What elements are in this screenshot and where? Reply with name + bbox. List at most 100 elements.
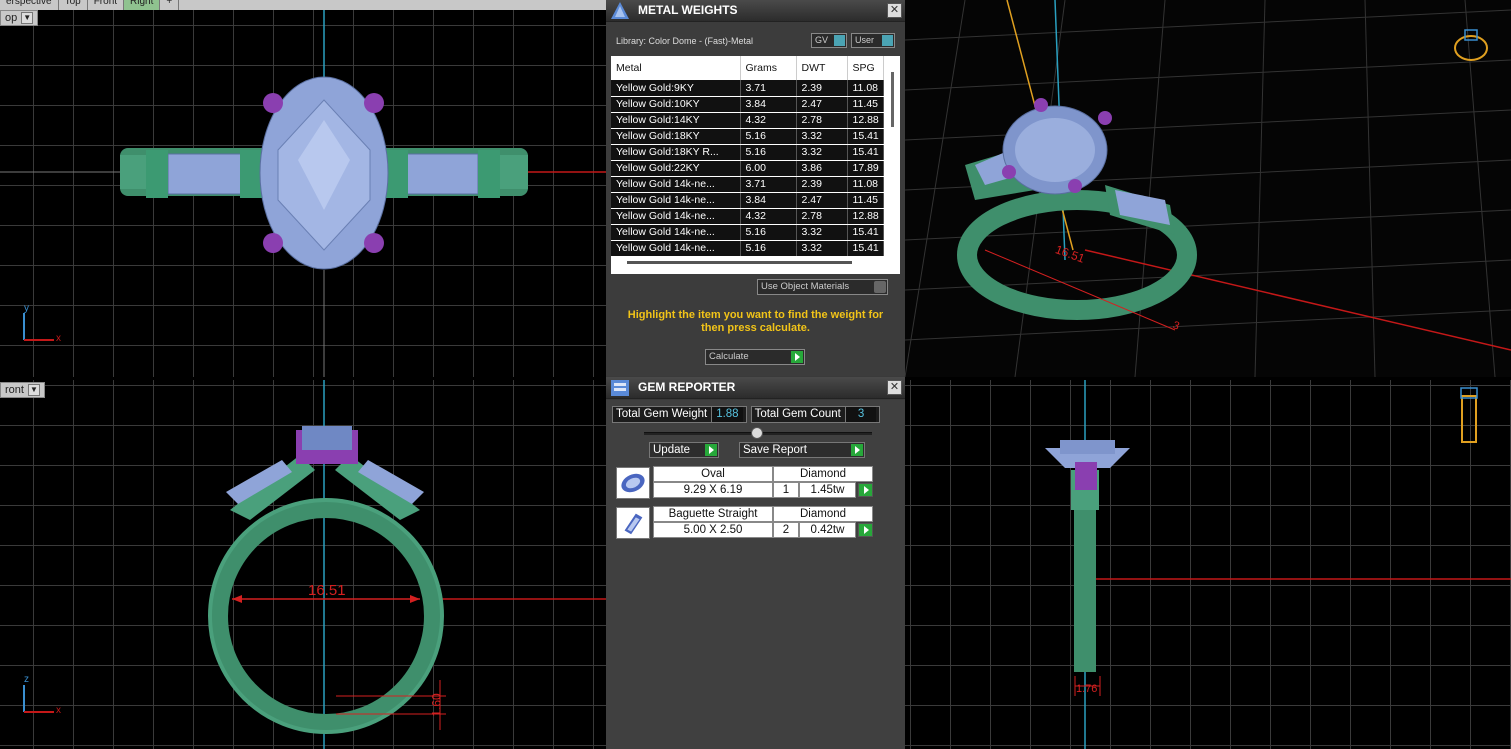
table-row[interactable]: Yellow Gold 14k-ne... 5.16 3.32 15.41 <box>611 224 884 241</box>
table-cell: 2.78 <box>796 112 848 129</box>
table-cell: Yellow Gold 14k-ne... <box>611 208 741 225</box>
table-cell: 3.32 <box>796 128 848 145</box>
close-icon[interactable]: ✕ <box>887 3 902 18</box>
table-cell: 2.39 <box>796 80 848 97</box>
list-item[interactable]: Baguette Straight Diamond 5.00 X 2.50 2 … <box>612 506 898 540</box>
table-row[interactable]: Yellow Gold:18KY 5.16 3.32 15.41 <box>611 128 884 145</box>
table-cell: 5.16 <box>740 224 797 241</box>
table-cell: 15.41 <box>847 240 884 257</box>
table-cell: 11.08 <box>847 176 884 193</box>
table-cell: Yellow Gold:9KY <box>611 80 741 97</box>
table-row[interactable]: Yellow Gold 14k-ne... 3.71 2.39 11.08 <box>611 176 884 193</box>
table-cell: 3.32 <box>796 144 848 161</box>
table-row[interactable]: Yellow Gold:14KY 4.32 2.78 12.88 <box>611 112 884 129</box>
user-toggle[interactable]: User <box>851 33 895 48</box>
info-icon <box>882 35 893 46</box>
total-gem-weight-label: Total Gem Weight <box>616 408 708 420</box>
table-header-row: Metal Grams DWT SPG <box>611 56 884 80</box>
play-icon <box>791 351 803 363</box>
table-cell: Yellow Gold:10KY <box>611 96 741 113</box>
total-gem-weight-value: 1.88 <box>711 407 743 422</box>
table-cell: Yellow Gold 14k-ne... <box>611 224 741 241</box>
gem-shape: Oval <box>653 466 773 482</box>
total-gem-count: Total Gem Count 3 <box>750 406 881 423</box>
tab-right[interactable]: Right <box>124 0 161 10</box>
chevron-down-icon[interactable]: ▼ <box>27 384 40 396</box>
gem-reporter-title: GEM REPORTER <box>638 380 736 394</box>
viewport-right[interactable]: 1.76 <box>905 380 1511 749</box>
column-header[interactable]: DWT <box>796 56 848 80</box>
column-header[interactable]: SPG <box>847 56 884 80</box>
table-row[interactable]: Yellow Gold:10KY 3.84 2.47 11.45 <box>611 96 884 113</box>
table-cell: 12.88 <box>847 112 884 129</box>
table-cell: Yellow Gold:18KY <box>611 128 741 145</box>
table-cell: 11.45 <box>847 192 884 209</box>
user-label: User <box>855 35 875 45</box>
viewport-tab-strip: erspective Top Front Right + <box>0 0 606 10</box>
table-cell: 5.16 <box>740 144 797 161</box>
gv-label: GV <box>815 35 829 45</box>
total-gem-weight: Total Gem Weight 1.88 <box>612 406 747 423</box>
table-cell: 3.32 <box>796 240 848 257</box>
calculate-button[interactable]: Calculate <box>705 349 805 365</box>
tab-add[interactable]: + <box>160 0 180 10</box>
column-header[interactable]: Metal <box>611 56 741 80</box>
viewport-front-label[interactable]: ront ▼ <box>0 382 45 398</box>
view-cube-icon[interactable] <box>1451 28 1491 68</box>
viewport-top[interactable]: y x <box>0 10 606 377</box>
table-cell: 3.86 <box>796 160 848 177</box>
metal-weights-title: METAL WEIGHTS <box>638 3 738 17</box>
table-row[interactable]: Yellow Gold 14k-ne... 4.32 2.78 12.88 <box>611 208 884 225</box>
column-header[interactable]: Grams <box>740 56 797 80</box>
table-cell: Yellow Gold 14k-ne... <box>611 176 741 193</box>
update-button[interactable]: Update <box>649 442 719 458</box>
horizontal-scrollbar[interactable] <box>627 261 852 264</box>
table-cell: Yellow Gold:14KY <box>611 112 741 129</box>
viewport-top-label[interactable]: op ▼ <box>0 10 39 26</box>
table-cell: 4.32 <box>740 112 797 129</box>
report-slider[interactable] <box>644 427 872 439</box>
vertical-scrollbar[interactable] <box>891 72 894 127</box>
info-icon <box>834 35 845 46</box>
oval-gem-icon <box>616 467 650 499</box>
table-cell: Yellow Gold:22KY <box>611 160 741 177</box>
viewport-perspective[interactable]: 16.51 3 <box>905 0 1511 377</box>
materials-dropdown-value: Use Object Materials <box>761 281 850 292</box>
viewport-front[interactable]: 16.51 1.60 z x <box>0 380 606 749</box>
table-row[interactable]: Yellow Gold 14k-ne... 3.84 2.47 11.45 <box>611 192 884 209</box>
viewport-name: ront <box>5 384 24 396</box>
table-row[interactable]: Yellow Gold 14k-ne... 5.16 3.32 15.41 <box>611 240 884 257</box>
gem-shape: Baguette Straight <box>653 506 773 522</box>
viewport-name: op <box>5 12 18 24</box>
metal-weights-icon <box>611 2 629 19</box>
slider-handle[interactable] <box>751 427 763 439</box>
view-cube-icon[interactable] <box>1455 386 1485 444</box>
gem-dimensions: 5.00 X 2.50 <box>653 522 773 538</box>
gv-toggle[interactable]: GV <box>811 33 847 48</box>
tab-top[interactable]: Top <box>59 0 88 10</box>
close-icon[interactable]: ✕ <box>887 380 902 395</box>
gem-weight: 1.45tw <box>799 482 856 498</box>
tab-front[interactable]: Front <box>88 0 125 10</box>
table-row[interactable]: Yellow Gold:18KY R... 5.16 3.32 15.41 <box>611 144 884 161</box>
metal-table[interactable]: Metal Grams DWT SPG Yellow Gold:9KY 3.71 2… <box>611 56 900 274</box>
save-report-button[interactable]: Save Report <box>739 442 865 458</box>
materials-dropdown[interactable]: Use Object Materials <box>757 279 888 295</box>
list-item[interactable]: Oval Diamond 9.29 X 6.19 1 1.45tw <box>612 466 898 500</box>
table-cell: 2.47 <box>796 192 848 209</box>
select-gem-button[interactable] <box>858 483 873 497</box>
chevron-down-icon <box>874 281 886 293</box>
save-report-label: Save Report <box>743 444 807 456</box>
table-row[interactable]: Yellow Gold:9KY 3.71 2.39 11.08 <box>611 80 884 97</box>
gem-reporter-titlebar: GEM REPORTER ✕ <box>606 377 905 399</box>
table-cell: 3.71 <box>740 80 797 97</box>
table-row[interactable]: Yellow Gold:22KY 6.00 3.86 17.89 <box>611 160 884 177</box>
library-label: Library: Color Dome - (Fast)-Metal <box>616 36 754 46</box>
gem-list: Oval Diamond 9.29 X 6.19 1 1.45tw Baguet… <box>612 460 898 540</box>
select-gem-button[interactable] <box>858 523 873 537</box>
total-gem-count-value: 3 <box>844 407 877 422</box>
chevron-down-icon[interactable]: ▼ <box>21 12 34 24</box>
tab-perspective[interactable]: erspective <box>0 0 59 10</box>
gem-reporter-icon <box>611 380 629 396</box>
table-cell: 17.89 <box>847 160 884 177</box>
